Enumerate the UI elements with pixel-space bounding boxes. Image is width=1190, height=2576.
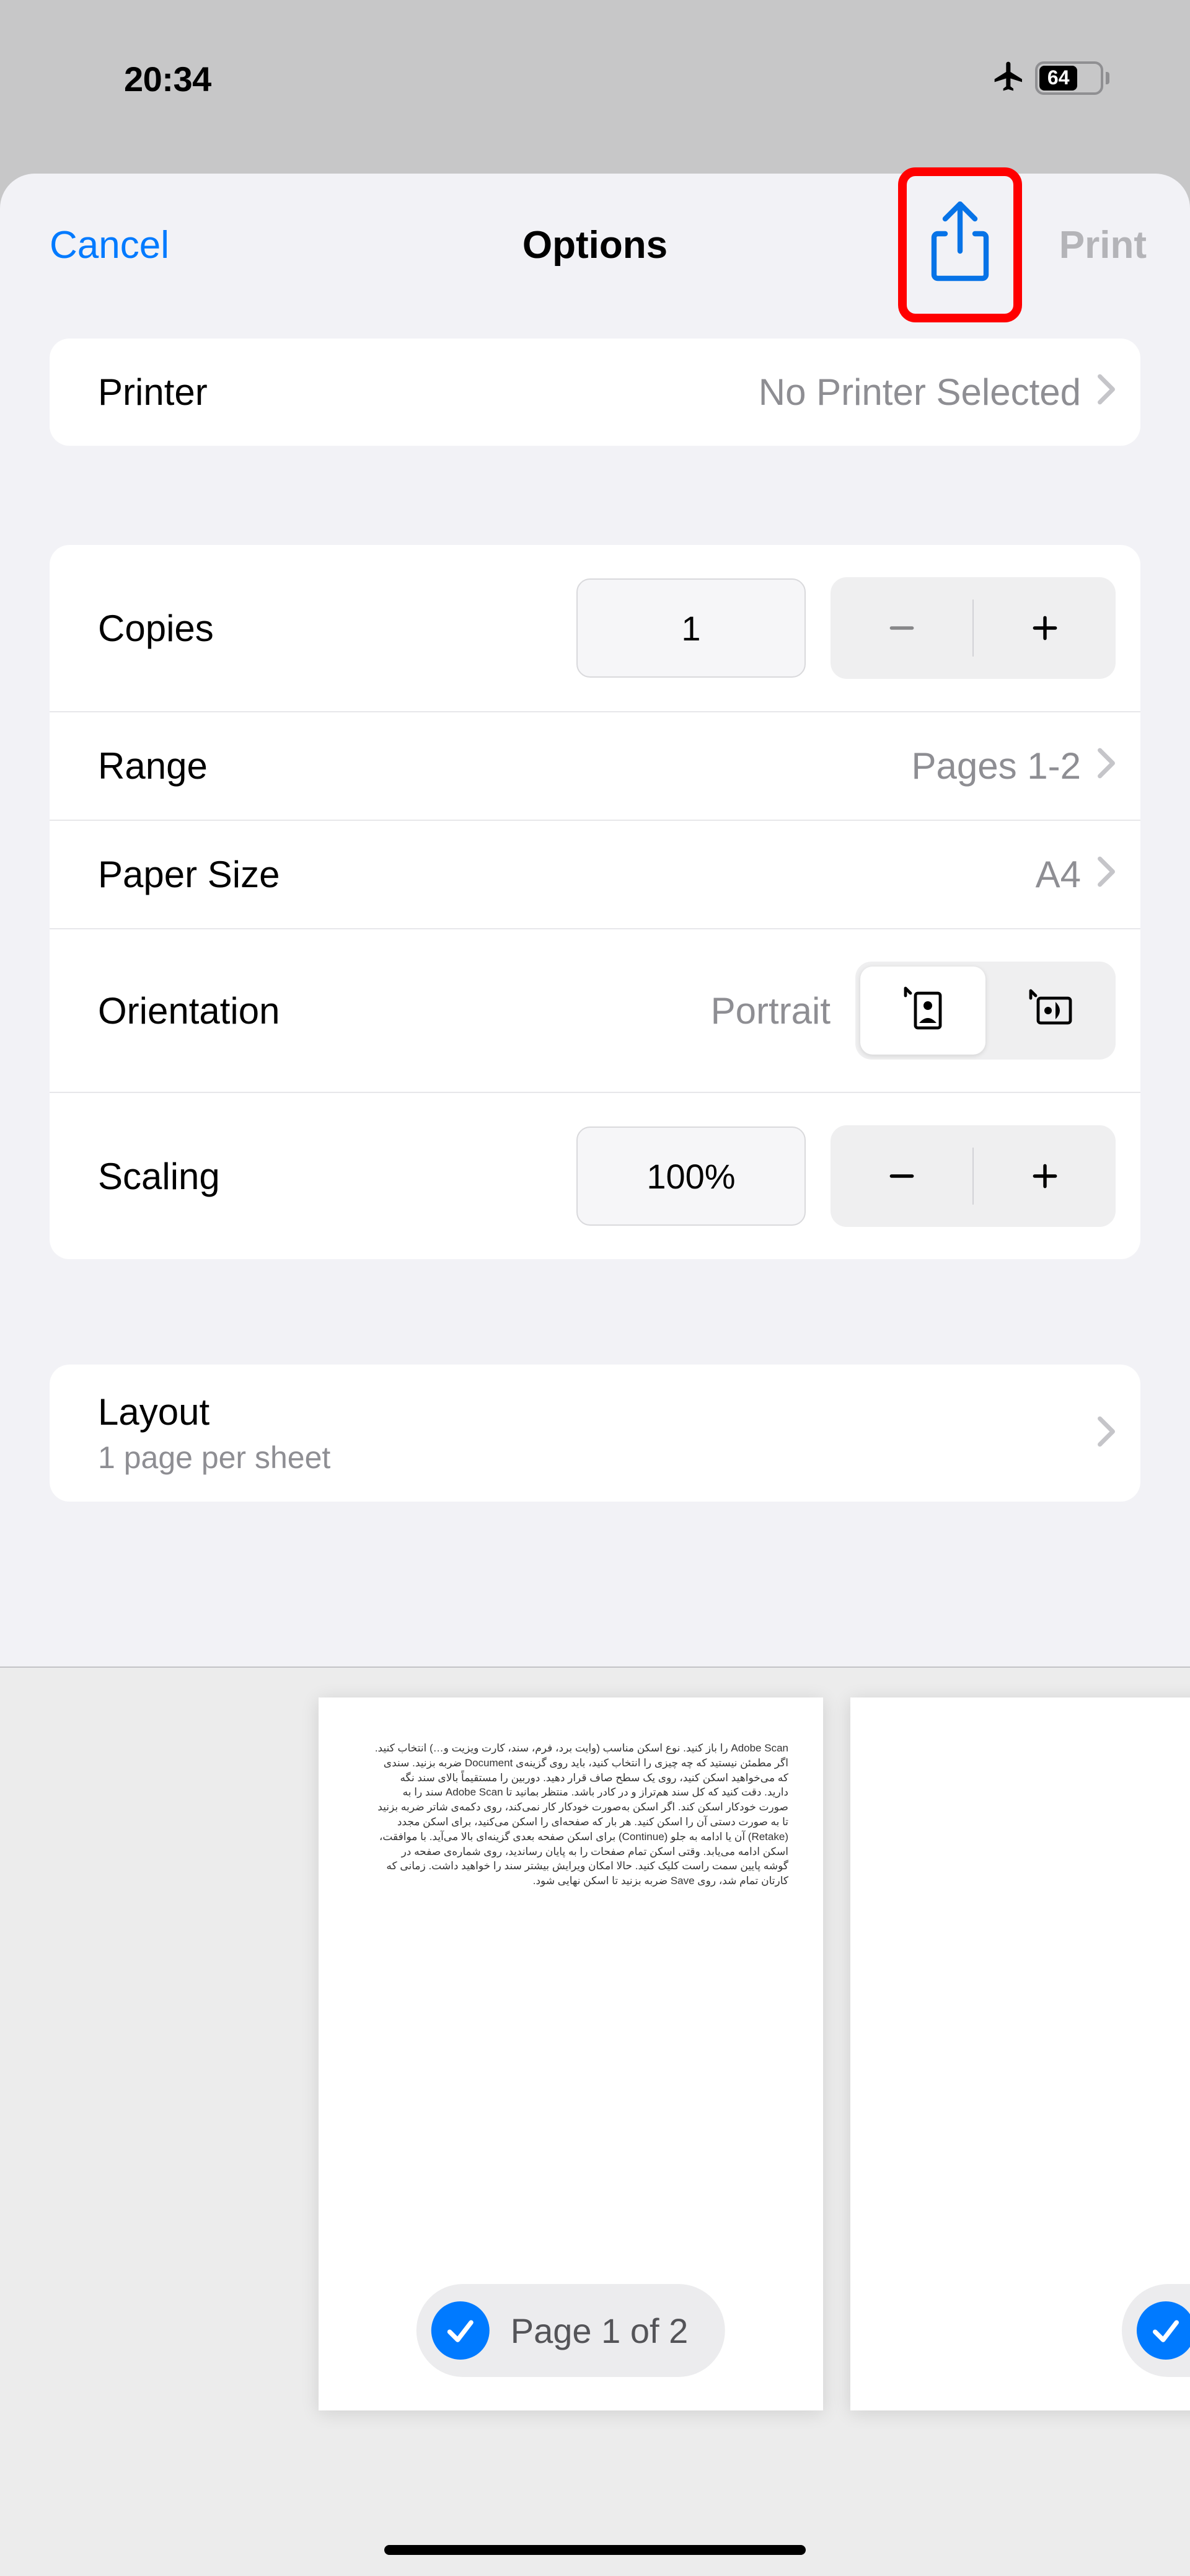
cancel-button[interactable]: Cancel xyxy=(50,223,169,267)
orientation-landscape-button[interactable] xyxy=(985,967,1111,1055)
chevron-right-icon xyxy=(1097,853,1116,896)
layout-subtitle: 1 page per sheet xyxy=(98,1440,330,1476)
chevron-right-icon xyxy=(1097,371,1116,414)
layout-label: Layout xyxy=(98,1391,330,1433)
preview-page-1-content: Adobe Scan را باز کنید. نوع اسکن مناسب (… xyxy=(374,1741,788,1888)
printer-label: Printer xyxy=(98,371,208,414)
print-button[interactable]: Print xyxy=(1059,223,1147,267)
status-time: 20:34 xyxy=(124,59,211,99)
print-options-group: Copies 1 Range Pages 1-2 xyxy=(50,545,1140,1259)
scaling-row: Scaling 100% xyxy=(50,1093,1140,1259)
paper-size-value: A4 xyxy=(1036,853,1081,896)
orientation-toggle xyxy=(855,962,1116,1060)
status-right: 64 xyxy=(992,59,1109,97)
chevron-right-icon xyxy=(1097,1416,1116,1450)
printer-group: Printer No Printer Selected xyxy=(50,339,1140,446)
orientation-value: Portrait xyxy=(711,989,831,1032)
preview-page-1[interactable]: Adobe Scan را باز کنید. نوع اسکن مناسب (… xyxy=(319,1697,823,2410)
scaling-stepper xyxy=(831,1125,1116,1227)
preview-page-1-label: Page 1 of 2 xyxy=(511,2311,688,2351)
home-indicator[interactable] xyxy=(384,2545,806,2555)
paper-size-label: Paper Size xyxy=(98,853,280,896)
copies-decrement-button[interactable] xyxy=(831,577,972,679)
scaling-label: Scaling xyxy=(98,1155,220,1198)
airplane-mode-icon xyxy=(992,59,1026,97)
preview-page-1-badge[interactable]: Page 1 of 2 xyxy=(416,2284,725,2377)
printer-row[interactable]: Printer No Printer Selected xyxy=(50,339,1140,446)
preview-page-2-badge[interactable]: Page 2 o xyxy=(1122,2284,1190,2377)
copies-increment-button[interactable] xyxy=(974,577,1116,679)
printer-value: No Printer Selected xyxy=(759,371,1081,414)
page-previews[interactable]: Adobe Scan را باز کنید. نوع اسکن مناسب (… xyxy=(0,1666,1190,2576)
paper-size-row[interactable]: Paper Size A4 xyxy=(50,821,1140,929)
share-icon[interactable] xyxy=(928,201,992,289)
copies-row: Copies 1 xyxy=(50,545,1140,712)
orientation-portrait-button[interactable] xyxy=(860,967,985,1055)
orientation-row: Orientation Portrait xyxy=(50,929,1140,1093)
check-icon xyxy=(431,2301,490,2360)
chevron-right-icon xyxy=(1097,745,1116,787)
layout-group: Layout 1 page per sheet xyxy=(50,1365,1140,1502)
orientation-label: Orientation xyxy=(98,989,280,1032)
range-label: Range xyxy=(98,745,208,787)
scaling-increment-button[interactable] xyxy=(974,1125,1116,1227)
status-bar: 20:34 64 xyxy=(0,0,1190,174)
copies-field[interactable]: 1 xyxy=(576,578,806,678)
range-row[interactable]: Range Pages 1-2 xyxy=(50,712,1140,821)
battery-icon: 64 xyxy=(1035,61,1109,95)
check-icon xyxy=(1137,2301,1190,2360)
modal-header: Cancel Options Print xyxy=(0,174,1190,316)
share-button-highlight xyxy=(898,167,1022,322)
layout-row[interactable]: Layout 1 page per sheet xyxy=(50,1365,1140,1502)
modal-title: Options xyxy=(522,223,668,267)
copies-stepper xyxy=(831,577,1116,679)
scaling-decrement-button[interactable] xyxy=(831,1125,972,1227)
sheet: Cancel Options Print Printer No Printer … xyxy=(0,174,1190,2576)
copies-label: Copies xyxy=(98,607,214,650)
scaling-field[interactable]: 100% xyxy=(576,1126,806,1226)
range-value: Pages 1-2 xyxy=(911,745,1081,787)
preview-page-2[interactable]: Page 2 o xyxy=(850,1697,1190,2410)
